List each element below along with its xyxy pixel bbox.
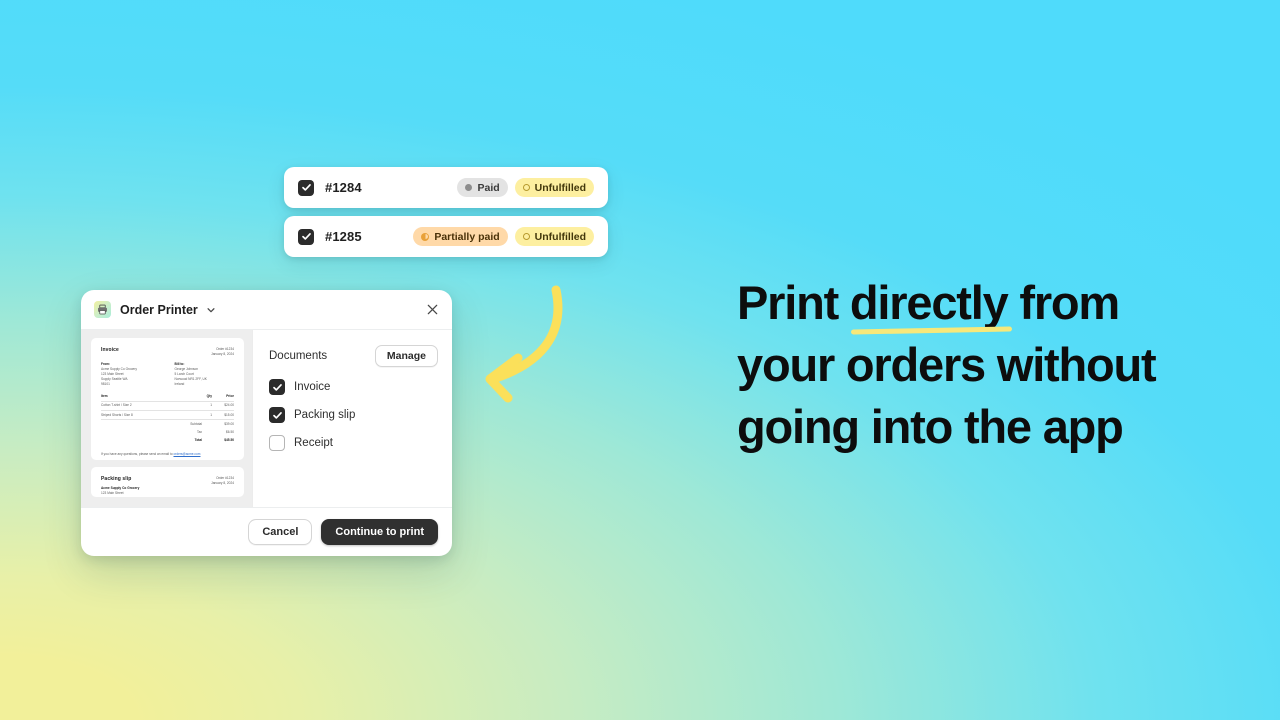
modal-footer: Cancel Continue to print [81, 507, 452, 556]
status-badge-unfulfilled: Unfulfilled [514, 178, 594, 197]
document-option-invoice[interactable]: Invoice [269, 379, 438, 395]
cell-qty: 1 [210, 403, 212, 408]
status-badge-label: Partially paid [434, 230, 500, 243]
packing-date: January 8, 2024 [211, 480, 234, 485]
document-preview-pane[interactable]: Invoice Order #1234 January 8, 2024 From… [81, 330, 253, 507]
totals-value: $45.50 [224, 437, 234, 442]
column-header-price: Price [226, 394, 234, 399]
totals-label: Subtotal [190, 421, 202, 426]
invoice-from-line: 98101 [101, 381, 110, 386]
documents-pane: Documents Manage Invoice Packing slip Re… [253, 330, 452, 507]
invoice-preview-page: Invoice Order #1234 January 8, 2024 From… [91, 338, 244, 460]
invoice-footer-note: If you have any questions, please send a… [101, 452, 234, 457]
invoice-note-email-link[interactable]: orders@acme.com [173, 452, 200, 456]
receipt-checkbox[interactable] [269, 435, 285, 451]
packing-line-2: 123 Main Street [101, 490, 124, 495]
documents-header: Documents Manage [269, 345, 438, 367]
document-option-label: Receipt [294, 437, 333, 449]
close-icon[interactable] [426, 303, 439, 316]
modal-body: Invoice Order #1234 January 8, 2024 From… [81, 330, 452, 507]
column-header-item: Item [101, 394, 108, 399]
status-badge-paid: Paid [457, 178, 508, 197]
modal-title: Order Printer [120, 302, 198, 317]
curved-arrow-icon [485, 285, 563, 403]
printer-icon [94, 301, 111, 318]
table-row: Striped Shorts / Size 8 1 $15.00 [101, 411, 234, 421]
order-number: #1284 [325, 180, 362, 195]
status-badge-unfulfilled: Unfulfilled [514, 227, 594, 246]
order-checkbox-1284[interactable] [298, 179, 314, 196]
invoice-date: January 8, 2024 [211, 351, 234, 356]
cancel-button[interactable]: Cancel [248, 519, 313, 545]
invoice-from-block: From: Acme Supply Co Grocery 123 Main St… [101, 362, 161, 387]
totals-value: $6.50 [226, 429, 234, 434]
cell-price: $15.00 [224, 412, 234, 417]
packing-slip-preview-page: Packing slip Order #1234 January 8, 2024… [91, 467, 244, 497]
headline-emphasis: directly [850, 272, 1009, 334]
check-icon [272, 411, 282, 419]
cell-item: Cotton T-shirt / Size 2 [101, 403, 132, 408]
invoice-note-text: If you have any questions, please send a… [101, 451, 174, 456]
document-option-receipt[interactable]: Receipt [269, 435, 438, 451]
dot-ring-icon [522, 233, 530, 240]
document-option-packing-slip[interactable]: Packing slip [269, 407, 438, 423]
continue-to-print-button[interactable]: Continue to print [321, 519, 438, 545]
totals-row: Total $45.50 [101, 436, 234, 444]
totals-row: Subtotal $39.00 [101, 420, 234, 428]
order-row-1284[interactable]: #1284 Paid Unfulfilled [284, 167, 608, 208]
document-option-label: Packing slip [294, 409, 356, 421]
order-checkbox-1285[interactable] [298, 228, 314, 245]
totals-label: Total [194, 437, 202, 442]
status-badge-partially-paid: Partially paid [413, 227, 508, 246]
documents-label: Documents [269, 350, 328, 362]
partial-pie-icon [421, 232, 430, 241]
order-row-1285[interactable]: #1285 Partially paid Unfulfilled [284, 216, 608, 257]
status-badge-label: Unfulfilled [534, 181, 586, 194]
cell-price: $24.00 [224, 403, 234, 408]
status-badge-label: Paid [477, 181, 500, 194]
table-header-row: Item Qty Price [101, 393, 234, 402]
order-badges: Partially paid Unfulfilled [413, 227, 594, 246]
page-title: Print directly from your orders without … [737, 272, 1207, 458]
invoice-line-items-table: Item Qty Price Cotton T-shirt / Size 2 1… [101, 393, 234, 445]
chevron-down-icon[interactable] [206, 305, 216, 315]
column-header-qty: Qty [206, 394, 212, 399]
packing-slip-checkbox[interactable] [269, 407, 285, 423]
check-icon [301, 233, 311, 240]
cell-item: Striped Shorts / Size 8 [101, 412, 133, 417]
dot-filled-icon [465, 184, 473, 191]
cell-qty: 1 [210, 412, 212, 417]
totals-row: Tax $6.50 [101, 428, 234, 436]
check-icon [301, 184, 311, 191]
document-option-label: Invoice [294, 381, 331, 393]
check-icon [272, 383, 282, 391]
table-row: Cotton T-shirt / Size 2 1 $24.00 [101, 402, 234, 411]
invoice-checkbox[interactable] [269, 379, 285, 395]
packing-heading: Packing slip [101, 476, 132, 482]
status-badge-label: Unfulfilled [534, 230, 586, 243]
headline-part-1: Print [737, 276, 850, 329]
totals-label: Tax [197, 429, 202, 434]
manage-button[interactable]: Manage [374, 345, 438, 367]
order-number: #1285 [325, 229, 362, 244]
order-printer-modal: Order Printer Invoice Order #1234 Januar… [81, 290, 452, 556]
order-badges: Paid Unfulfilled [457, 178, 594, 197]
page-canvas: #1284 Paid Unfulfilled #1285 Partially p… [0, 0, 1280, 720]
totals-value: $39.00 [224, 421, 234, 426]
invoice-heading: Invoice [101, 347, 119, 353]
modal-header: Order Printer [81, 290, 452, 330]
invoice-to-line: Ireland [174, 381, 185, 386]
dot-ring-icon [522, 184, 530, 191]
invoice-billto-block: Bill to: George Johnson 5 Larch Court No… [175, 362, 235, 387]
